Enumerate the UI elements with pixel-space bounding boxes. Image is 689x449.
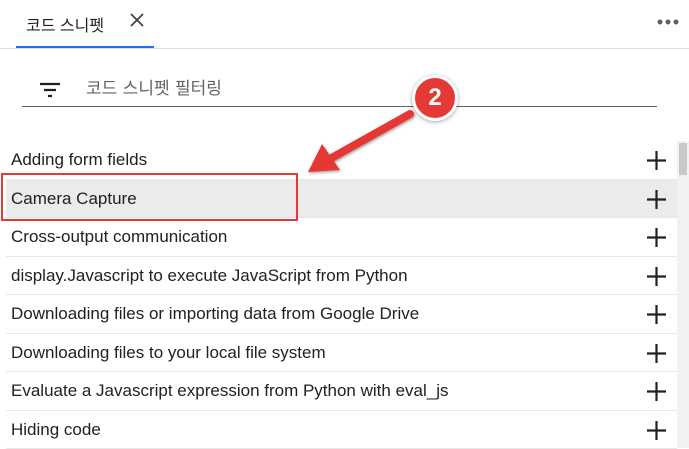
snippet-label: Hiding code bbox=[11, 420, 101, 440]
annotation-step-badge: 2 bbox=[412, 75, 458, 121]
scrollbar[interactable] bbox=[677, 141, 689, 448]
tab-code-snippets[interactable]: 코드 스니펫 bbox=[16, 0, 154, 48]
snippet-row-local-file-system[interactable]: Downloading files to your local file sys… bbox=[6, 334, 677, 373]
scrollbar-thumb[interactable] bbox=[679, 143, 687, 175]
add-icon[interactable] bbox=[646, 343, 667, 364]
add-icon[interactable] bbox=[646, 381, 667, 402]
snippet-label: Downloading files to your local file sys… bbox=[11, 343, 326, 363]
snippet-filter-input[interactable] bbox=[84, 74, 648, 104]
add-icon[interactable] bbox=[646, 150, 667, 171]
snippet-label: display.Javascript to execute JavaScript… bbox=[11, 266, 408, 286]
snippet-label: Cross-output communication bbox=[11, 227, 227, 247]
snippet-row-google-drive[interactable]: Downloading files or importing data from… bbox=[6, 295, 677, 334]
annotation-arrow-icon bbox=[300, 108, 420, 180]
add-icon[interactable] bbox=[646, 304, 667, 325]
snippet-row-eval-js[interactable]: Evaluate a Javascript expression from Py… bbox=[6, 372, 677, 411]
snippet-row-hiding-code[interactable]: Hiding code bbox=[6, 411, 677, 449]
add-icon[interactable] bbox=[646, 227, 667, 248]
add-icon[interactable] bbox=[646, 189, 667, 210]
snippet-label: Adding form fields bbox=[11, 150, 147, 170]
panel-header: 코드 스니펫 bbox=[0, 0, 689, 49]
more-options-icon[interactable] bbox=[655, 12, 681, 32]
snippet-row-cross-output-communication[interactable]: Cross-output communication bbox=[6, 218, 677, 257]
snippet-filter bbox=[22, 72, 657, 107]
add-icon[interactable] bbox=[646, 266, 667, 287]
annotation-highlight-box bbox=[1, 173, 298, 221]
snippet-label: Downloading files or importing data from… bbox=[11, 304, 419, 324]
snippet-label: Evaluate a Javascript expression from Py… bbox=[11, 381, 448, 401]
filter-list-icon bbox=[38, 80, 62, 100]
snippet-row-display-javascript[interactable]: display.Javascript to execute JavaScript… bbox=[6, 257, 677, 296]
add-icon[interactable] bbox=[646, 420, 667, 441]
close-icon[interactable] bbox=[128, 11, 146, 29]
tab-label: 코드 스니펫 bbox=[26, 12, 104, 36]
